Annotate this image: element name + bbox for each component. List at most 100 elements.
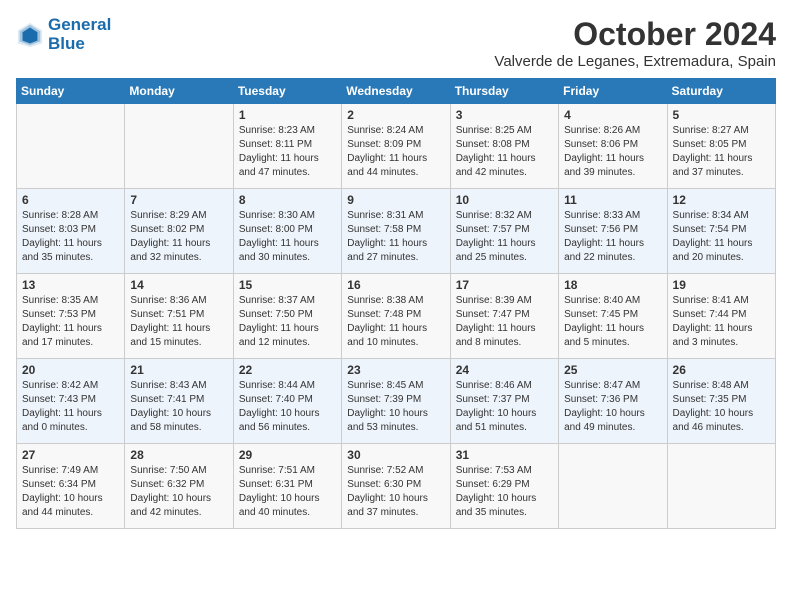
column-header-thursday: Thursday <box>450 79 558 104</box>
calendar-cell: 30 Sunrise: 7:52 AMSunset: 6:30 PMDayligh… <box>342 444 450 529</box>
day-number: 27 <box>22 448 119 462</box>
day-info: Sunrise: 8:23 AMSunset: 8:11 PMDaylight:… <box>239 124 336 180</box>
day-info: Sunrise: 7:49 AMSunset: 6:34 PMDaylight:… <box>22 464 119 520</box>
day-number: 5 <box>673 108 770 122</box>
column-header-sunday: Sunday <box>17 79 125 104</box>
day-info: Sunrise: 8:28 AMSunset: 8:03 PMDaylight:… <box>22 209 119 265</box>
calendar-cell: 24Sunrise: 8:46 AMSunset: 7:37 PMDayligh… <box>450 359 558 444</box>
day-info: Sunrise: 7:52 AMSunset: 6:30 PMDaylight:… <box>347 464 444 520</box>
day-info: Sunrise: 8:37 AMSunset: 7:50 PMDaylight:… <box>239 294 336 350</box>
day-number: 13 <box>22 278 119 292</box>
day-info: Sunrise: 8:31 AMSunset: 7:58 PMDaylight:… <box>347 209 444 265</box>
day-info: Sunrise: 8:40 AMSunset: 7:45 PMDaylight:… <box>564 294 661 350</box>
day-info: Sunrise: 8:34 AMSunset: 7:54 PMDaylight:… <box>673 209 770 265</box>
day-info: Sunrise: 8:25 AMSunset: 8:08 PMDaylight:… <box>456 124 553 180</box>
calendar-cell: 19 Sunrise: 8:41 AMSunset: 7:44 PMDayligh… <box>667 274 775 359</box>
day-info: Sunrise: 8:36 AMSunset: 7:51 PMDaylight:… <box>130 294 227 350</box>
calendar-week-row: 20 Sunrise: 8:42 AMSunset: 7:43 PMDayligh… <box>17 359 776 444</box>
day-info: Sunrise: 8:35 AMSunset: 7:53 PMDaylight:… <box>22 294 119 350</box>
calendar-cell: 5 Sunrise: 8:27 AMSunset: 8:05 PMDaylight… <box>667 104 775 189</box>
day-info: Sunrise: 8:41 AMSunset: 7:44 PMDaylight:… <box>673 294 770 350</box>
calendar-week-row: 13 Sunrise: 8:35 AMSunset: 7:53 PMDayligh… <box>17 274 776 359</box>
column-header-tuesday: Tuesday <box>233 79 341 104</box>
calendar-cell: 12 Sunrise: 8:34 AMSunset: 7:54 PMDayligh… <box>667 189 775 274</box>
day-info: Sunrise: 7:51 AMSunset: 6:31 PMDaylight:… <box>239 464 336 520</box>
day-number: 9 <box>347 193 444 207</box>
day-info: Sunrise: 8:27 AMSunset: 8:05 PMDaylight:… <box>673 124 770 180</box>
calendar-cell: 13 Sunrise: 8:35 AMSunset: 7:53 PMDayligh… <box>17 274 125 359</box>
day-info: Sunrise: 8:30 AMSunset: 8:00 PMDaylight:… <box>239 209 336 265</box>
column-header-friday: Friday <box>559 79 667 104</box>
day-info: Sunrise: 8:45 AMSunset: 7:39 PMDaylight:… <box>347 379 444 435</box>
calendar-cell <box>559 444 667 529</box>
day-number: 20 <box>22 363 119 377</box>
calendar-cell: 14 Sunrise: 8:36 AMSunset: 7:51 PMDayligh… <box>125 274 233 359</box>
calendar-cell <box>125 104 233 189</box>
calendar-cell: 10 Sunrise: 8:32 AMSunset: 7:57 PMDayligh… <box>450 189 558 274</box>
day-number: 15 <box>239 278 336 292</box>
calendar-cell: 15 Sunrise: 8:37 AMSunset: 7:50 PMDayligh… <box>233 274 341 359</box>
calendar-cell: 3Sunrise: 8:25 AMSunset: 8:08 PMDaylight… <box>450 104 558 189</box>
day-info: Sunrise: 8:38 AMSunset: 7:48 PMDaylight:… <box>347 294 444 350</box>
calendar-cell: 21Sunrise: 8:43 AMSunset: 7:41 PMDayligh… <box>125 359 233 444</box>
day-info: Sunrise: 8:33 AMSunset: 7:56 PMDaylight:… <box>564 209 661 265</box>
calendar-cell: 17Sunrise: 8:39 AMSunset: 7:47 PMDayligh… <box>450 274 558 359</box>
calendar-cell <box>17 104 125 189</box>
day-number: 10 <box>456 193 553 207</box>
calendar-cell: 22Sunrise: 8:44 AMSunset: 7:40 PMDayligh… <box>233 359 341 444</box>
calendar-cell: 7Sunrise: 8:29 AMSunset: 8:02 PMDaylight… <box>125 189 233 274</box>
logo-icon <box>16 21 44 49</box>
day-number: 30 <box>347 448 444 462</box>
calendar-cell: 16 Sunrise: 8:38 AMSunset: 7:48 PMDayligh… <box>342 274 450 359</box>
day-number: 31 <box>456 448 553 462</box>
day-info: Sunrise: 8:24 AMSunset: 8:09 PMDaylight:… <box>347 124 444 180</box>
day-info: Sunrise: 8:47 AMSunset: 7:36 PMDaylight:… <box>564 379 661 435</box>
day-number: 22 <box>239 363 336 377</box>
day-info: Sunrise: 8:48 AMSunset: 7:35 PMDaylight:… <box>673 379 770 435</box>
day-number: 6 <box>22 193 119 207</box>
calendar-cell: 23 Sunrise: 8:45 AMSunset: 7:39 PMDayligh… <box>342 359 450 444</box>
day-number: 12 <box>673 193 770 207</box>
calendar-table: SundayMondayTuesdayWednesdayThursdayFrid… <box>16 78 776 529</box>
calendar-cell <box>667 444 775 529</box>
calendar-cell: 31 Sunrise: 7:53 AMSunset: 6:29 PMDayligh… <box>450 444 558 529</box>
calendar-cell: 27 Sunrise: 7:49 AMSunset: 6:34 PMDayligh… <box>17 444 125 529</box>
day-number: 26 <box>673 363 770 377</box>
day-number: 29 <box>239 448 336 462</box>
calendar-cell: 25Sunrise: 8:47 AMSunset: 7:36 PMDayligh… <box>559 359 667 444</box>
day-number: 17 <box>456 278 553 292</box>
day-info: Sunrise: 7:53 AMSunset: 6:29 PMDaylight:… <box>456 464 553 520</box>
calendar-week-row: 27 Sunrise: 7:49 AMSunset: 6:34 PMDayligh… <box>17 444 776 529</box>
title-area: October 2024 Valverde de Leganes, Extrem… <box>494 16 776 70</box>
calendar-cell: 6 Sunrise: 8:28 AMSunset: 8:03 PMDaylight… <box>17 189 125 274</box>
day-number: 1 <box>239 108 336 122</box>
day-info: Sunrise: 8:42 AMSunset: 7:43 PMDaylight:… <box>22 379 119 435</box>
day-number: 2 <box>347 108 444 122</box>
location-title: Valverde de Leganes, Extremadura, Spain <box>494 53 776 70</box>
column-header-wednesday: Wednesday <box>342 79 450 104</box>
calendar-cell: 1 Sunrise: 8:23 AMSunset: 8:11 PMDaylight… <box>233 104 341 189</box>
logo: General Blue <box>16 16 111 53</box>
header: General Blue October 2024 Valverde de Le… <box>16 16 776 70</box>
column-header-saturday: Saturday <box>667 79 775 104</box>
day-info: Sunrise: 7:50 AMSunset: 6:32 PMDaylight:… <box>130 464 227 520</box>
calendar-week-row: 1 Sunrise: 8:23 AMSunset: 8:11 PMDaylight… <box>17 104 776 189</box>
calendar-cell: 28 Sunrise: 7:50 AMSunset: 6:32 PMDayligh… <box>125 444 233 529</box>
day-number: 21 <box>130 363 227 377</box>
day-number: 23 <box>347 363 444 377</box>
day-number: 19 <box>673 278 770 292</box>
calendar-header-row: SundayMondayTuesdayWednesdayThursdayFrid… <box>17 79 776 104</box>
calendar-cell: 18Sunrise: 8:40 AMSunset: 7:45 PMDayligh… <box>559 274 667 359</box>
calendar-cell: 9 Sunrise: 8:31 AMSunset: 7:58 PMDaylight… <box>342 189 450 274</box>
day-number: 28 <box>130 448 227 462</box>
day-info: Sunrise: 8:46 AMSunset: 7:37 PMDaylight:… <box>456 379 553 435</box>
day-number: 16 <box>347 278 444 292</box>
column-header-monday: Monday <box>125 79 233 104</box>
calendar-cell: 11Sunrise: 8:33 AMSunset: 7:56 PMDayligh… <box>559 189 667 274</box>
month-title: October 2024 <box>494 16 776 53</box>
day-info: Sunrise: 8:26 AMSunset: 8:06 PMDaylight:… <box>564 124 661 180</box>
day-info: Sunrise: 8:32 AMSunset: 7:57 PMDaylight:… <box>456 209 553 265</box>
calendar-cell: 20 Sunrise: 8:42 AMSunset: 7:43 PMDayligh… <box>17 359 125 444</box>
day-number: 14 <box>130 278 227 292</box>
day-number: 7 <box>130 193 227 207</box>
